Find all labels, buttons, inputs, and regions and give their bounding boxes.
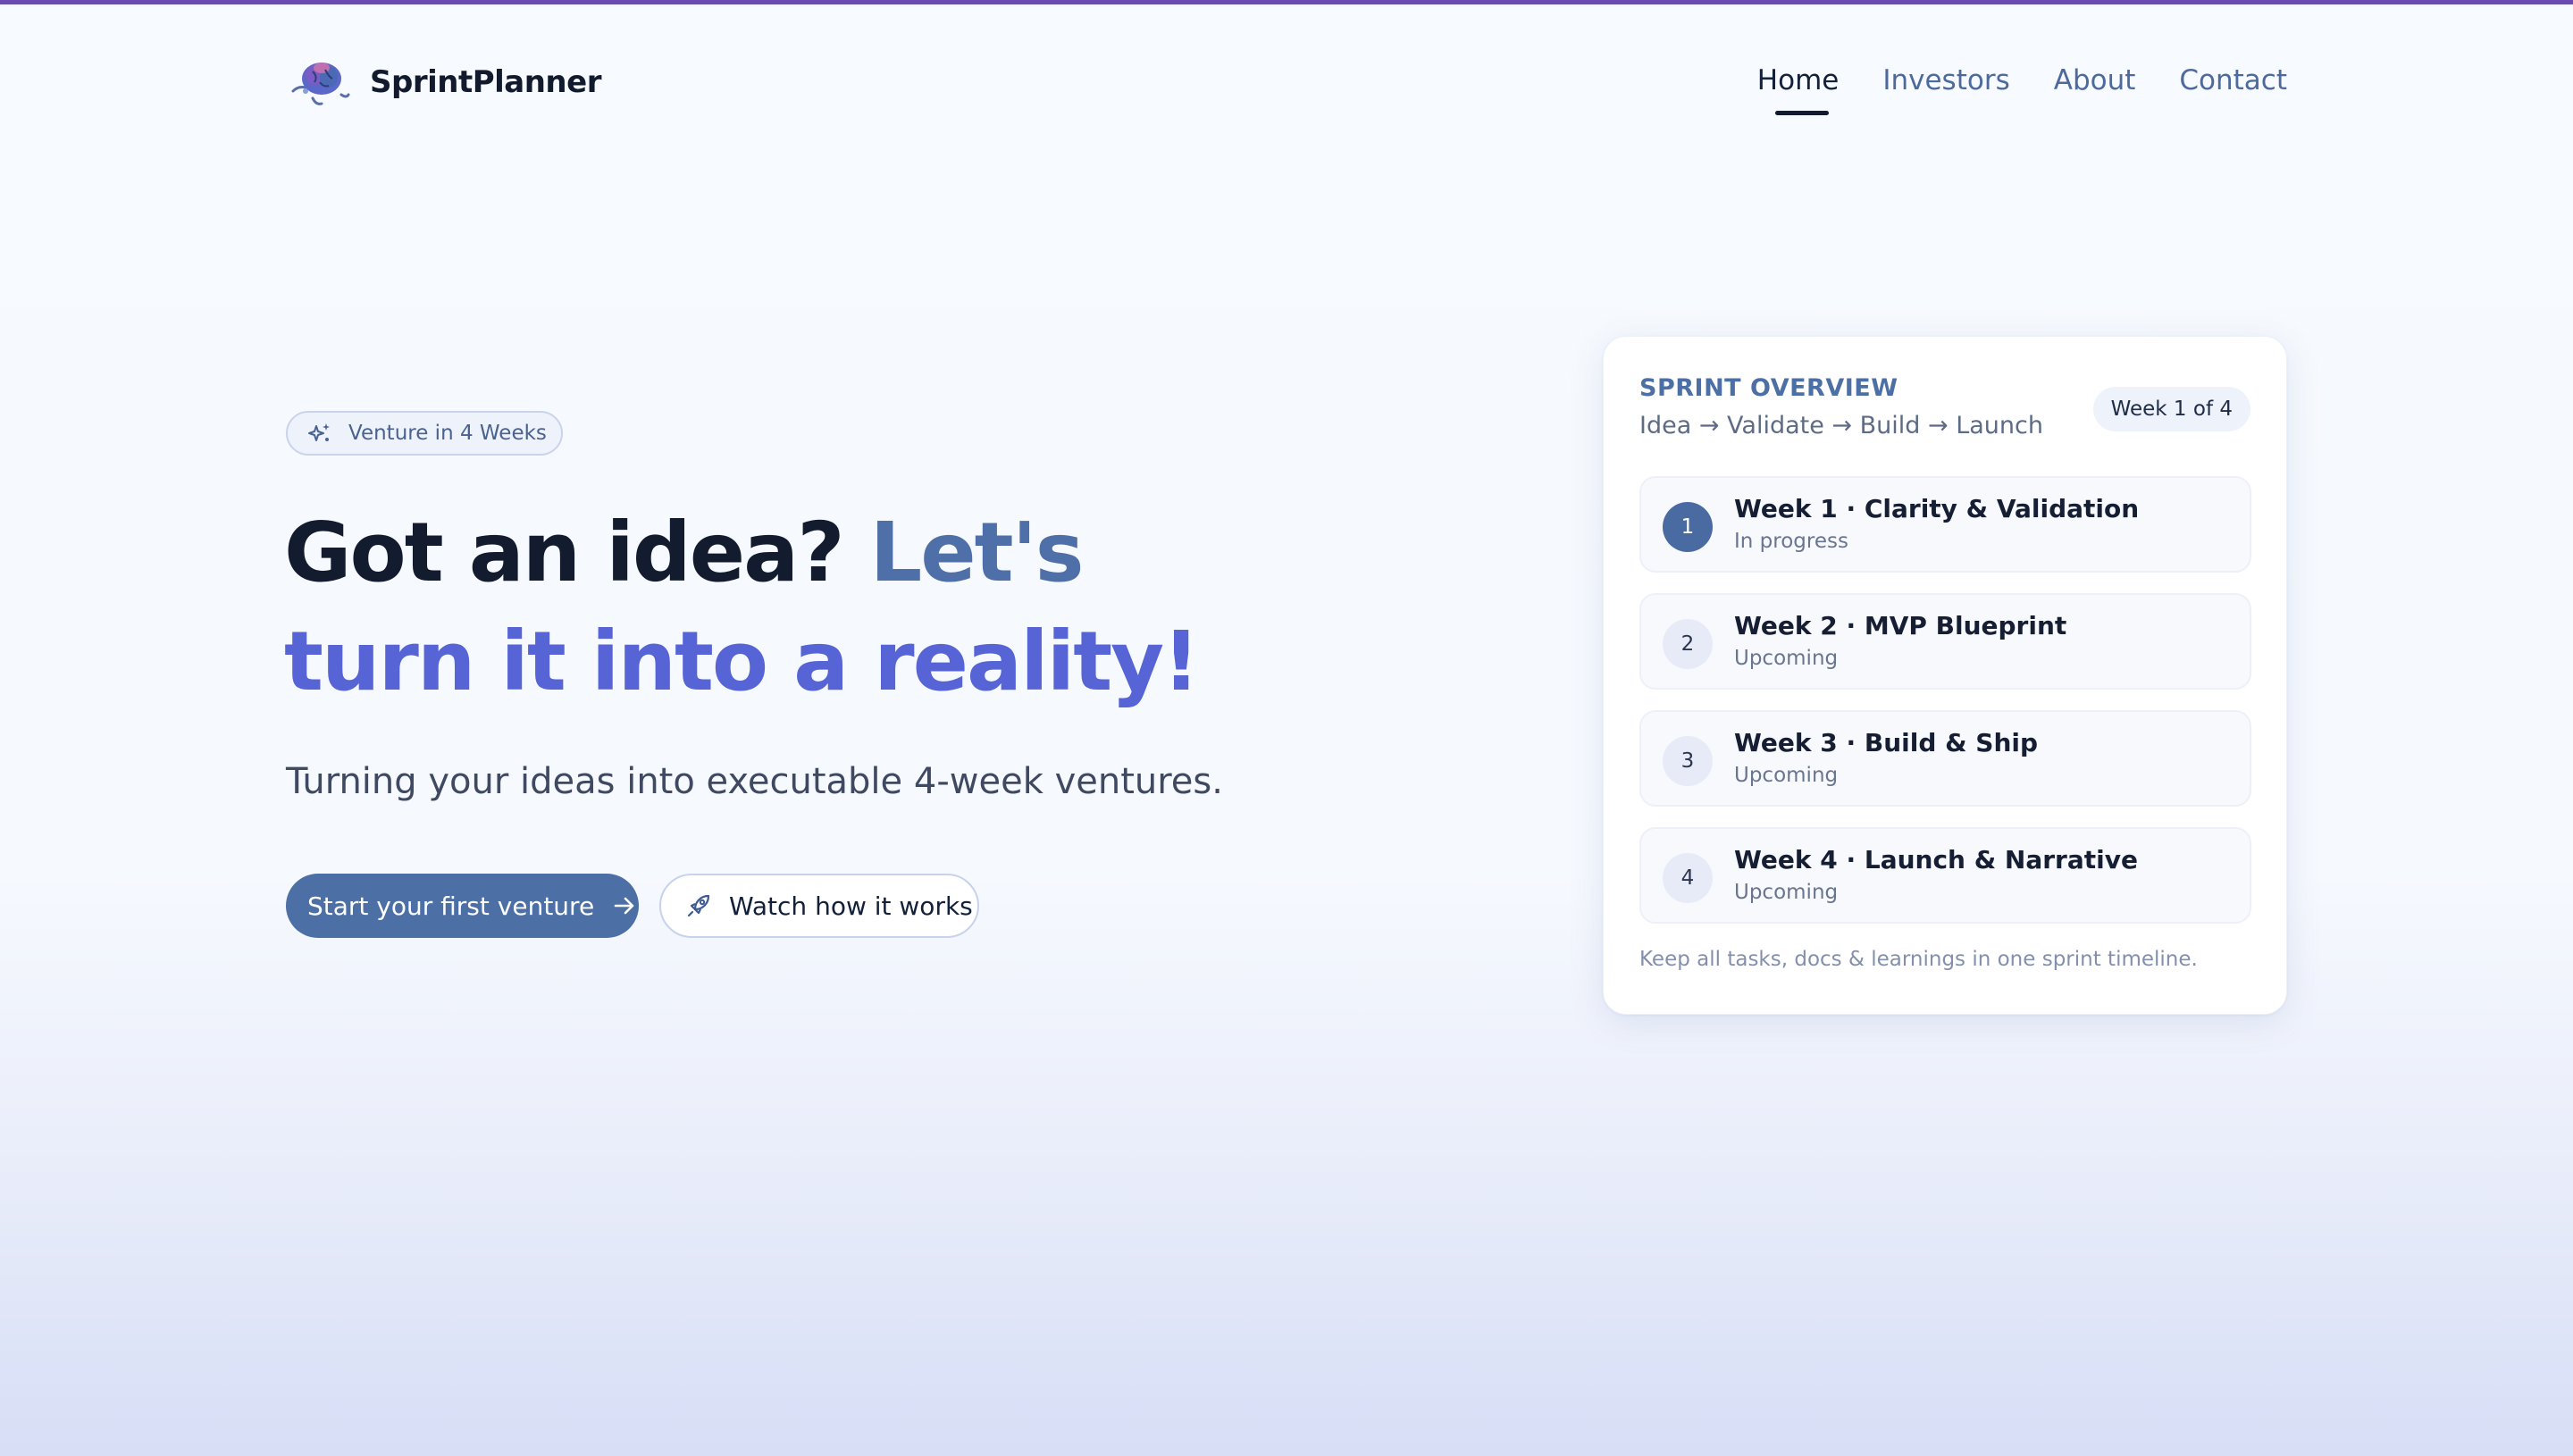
start-venture-label: Start your first venture — [307, 891, 595, 921]
hero-headline: Got an idea? Let's turn it into a realit… — [284, 498, 1446, 716]
nav-investors-label: Investors — [1882, 64, 2010, 96]
week-title: Week 2 · MVP Blueprint — [1734, 611, 2067, 640]
week-title: Week 3 · Build & Ship — [1734, 728, 2039, 757]
week-indicator-badge: Week 1 of 4 — [2092, 387, 2250, 431]
headline-part-2: Let's — [869, 505, 1085, 600]
week-item[interactable]: 3 Week 3 · Build & Ship Upcoming — [1639, 710, 2251, 807]
sprint-flow: Idea → Validate → Build → Launch — [1639, 412, 2043, 439]
nav-home[interactable]: Home — [1756, 64, 1840, 115]
main-nav: Home Investors About Contact — [1714, 64, 2287, 115]
week-title: Week 1 · Clarity & Validation — [1734, 494, 2140, 523]
week-number: 2 — [1663, 619, 1713, 669]
week-status: Upcoming — [1734, 647, 1839, 670]
nav-contact[interactable]: Contact — [2179, 64, 2287, 96]
week-item[interactable]: 2 Week 2 · MVP Blueprint Upcoming — [1639, 593, 2251, 690]
week-status: Upcoming — [1734, 881, 1839, 904]
rocket-icon — [687, 894, 710, 917]
nav-investors[interactable]: Investors — [1882, 64, 2009, 96]
week-item[interactable]: 4 Week 4 · Launch & Narrative Upcoming — [1639, 827, 2251, 924]
top-accent-bar — [0, 0, 2573, 4]
start-venture-button[interactable]: Start your first venture — [286, 874, 639, 938]
active-nav-underline — [1774, 111, 1830, 115]
sprint-overview-title: SPRINT OVERVIEW — [1639, 374, 1898, 402]
nav-contact-label: Contact — [2179, 64, 2287, 96]
headline-part-3: turn it into a reality! — [284, 614, 1200, 709]
arrow-right-icon — [614, 897, 634, 915]
week-status: In progress — [1734, 530, 1848, 553]
hero-badge-label: Venture in 4 Weeks — [348, 422, 547, 445]
hero-badge: Venture in 4 Weeks — [286, 411, 563, 456]
watch-how-it-works-button[interactable]: Watch how it works — [659, 874, 979, 938]
week-number: 4 — [1663, 853, 1713, 903]
week-number: 1 — [1663, 502, 1713, 552]
watch-how-it-works-label: Watch how it works — [729, 891, 973, 921]
sprint-card-footer: Keep all tasks, docs & learnings in one … — [1639, 948, 2198, 971]
week-item[interactable]: 1 Week 1 · Clarity & Validation In progr… — [1639, 476, 2251, 573]
nav-about[interactable]: About — [2054, 64, 2136, 96]
week-status: Upcoming — [1734, 764, 1839, 787]
headline-part-1: Got an idea? — [284, 505, 845, 600]
brand-name: SprintPlanner — [370, 64, 601, 100]
brain-icon — [291, 63, 350, 105]
nav-about-label: About — [2053, 64, 2136, 96]
hero-subtitle: Turning your ideas into executable 4-wee… — [286, 761, 1223, 802]
week-title: Week 4 · Launch & Narrative — [1734, 845, 2138, 874]
sparkles-icon — [308, 423, 330, 441]
sprint-overview-card: SPRINT OVERVIEW Idea → Validate → Build … — [1603, 336, 2287, 1015]
nav-home-label: Home — [1756, 64, 1840, 96]
brand[interactable]: SprintPlanner — [286, 55, 601, 109]
week-number: 3 — [1663, 736, 1713, 786]
